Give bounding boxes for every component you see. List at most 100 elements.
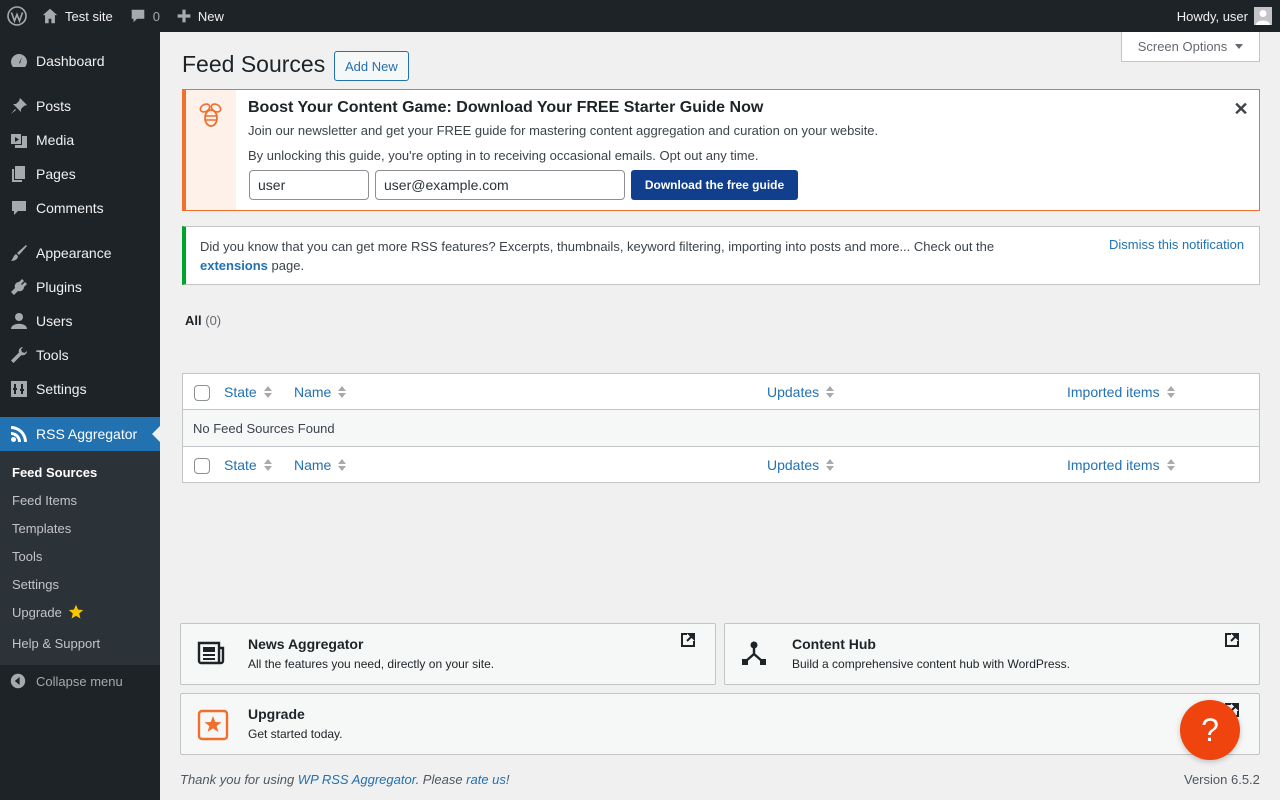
menu-rss-aggregator[interactable]: RSS Aggregator [0,417,160,451]
select-all-checkbox[interactable] [194,385,210,401]
column-updates[interactable]: Updates [767,374,835,410]
notice-text-after: page. [267,258,305,273]
admin-bar: Test site 0 New Howdy, user [0,0,1280,32]
newspaper-icon [197,641,225,665]
name-field[interactable] [249,170,369,200]
page-title: Feed Sources [182,51,326,77]
my-account[interactable]: Howdy, user [1169,0,1280,32]
column-label: Imported items [1067,457,1160,473]
menu-label: Media [36,132,75,148]
submenu-templates[interactable]: Templates [0,514,160,542]
card-description: All the features you need, directly on y… [248,657,495,671]
extensions-link[interactable]: extensions [200,258,268,273]
brush-icon [11,245,27,261]
home-icon [42,8,58,24]
sort-icon [263,459,272,471]
plugin-link[interactable]: WP RSS Aggregator [298,772,416,787]
star-icon [68,604,84,619]
external-link-icon[interactable] [1225,633,1239,647]
card-description: Get started today. [248,727,343,741]
menu-label: Posts [36,98,72,114]
menu-settings[interactable]: Settings [0,372,160,406]
menu-users[interactable]: Users [0,304,160,338]
column-label: Updates [767,457,820,473]
column-label: Name [294,457,332,473]
column-name[interactable]: Name [294,374,347,410]
submenu-upgrade[interactable]: Upgrade [0,598,160,626]
screen-options-button[interactable]: Screen Options [1121,32,1260,62]
menu-label: Pages [36,166,76,182]
menu-media[interactable]: Media [0,123,160,157]
menu-dashboard[interactable]: Dashboard [0,44,160,78]
add-new-button[interactable]: Add New [334,51,409,81]
menu-plugins[interactable]: Plugins [0,270,160,304]
comment-icon [12,201,26,215]
submenu-feed-items[interactable]: Feed Items [0,486,160,514]
submenu-upgrade-label: Upgrade [12,604,62,620]
menu-appearance[interactable]: Appearance [0,236,160,270]
sort-icon [1166,386,1175,398]
star-badge-icon [197,709,229,741]
close-icon[interactable]: ✕ [1231,99,1251,119]
menu-label: Plugins [36,279,82,295]
submenu-settings[interactable]: Settings [0,570,160,598]
filter-all-count: (0) [205,313,222,328]
dismiss-notification-link[interactable]: Dismiss this notification [1109,237,1244,252]
select-all-checkbox[interactable] [194,458,210,474]
menu-posts[interactable]: Posts [0,89,160,123]
column-label: Name [294,384,332,400]
filter-all-label: All [185,313,202,328]
external-link-icon[interactable] [681,633,695,647]
column-imported-items[interactable]: Imported items [1067,374,1175,410]
comments-link[interactable]: 0 [121,0,168,32]
help-button[interactable]: ? [1180,700,1240,760]
collapse-menu-button[interactable]: Collapse menu [0,665,160,697]
new-content-link[interactable]: New [168,0,232,32]
download-guide-button[interactable]: Download the free guide [631,170,798,200]
card-content-hub[interactable]: Content Hub Build a comprehensive conten… [724,623,1260,685]
sort-icon [263,386,272,398]
pages-icon [12,166,25,182]
card-upgrade[interactable]: Upgrade Get started today. [180,693,1260,755]
promo-opt-in-note: By unlocking this guide, you're opting i… [248,148,759,163]
caret-down-icon [1235,44,1244,53]
submenu-feed-sources[interactable]: Feed Sources [0,458,160,486]
table-empty-row: No Feed Sources Found [183,410,1259,446]
footer-text: Thank you for using [180,772,298,787]
menu-label: RSS Aggregator [36,426,138,442]
column-state[interactable]: State [224,374,272,410]
column-name[interactable]: Name [294,447,347,483]
new-label: New [197,8,224,24]
column-updates[interactable]: Updates [767,447,835,483]
menu-label: Dashboard [36,53,105,69]
menu-comments[interactable]: Comments [0,191,160,225]
sort-icon [338,459,347,471]
menu-pages[interactable]: Pages [0,157,160,191]
column-state[interactable]: State [224,447,272,483]
notice-text-before: Did you know that you can get more RSS f… [200,239,995,254]
notice-text: Did you know that you can get more RSS f… [200,237,1020,275]
card-title: Upgrade [248,706,305,722]
wordpress-logo-icon[interactable] [0,0,33,32]
rate-us-link[interactable]: rate us [466,772,506,787]
version-text: Version 6.5.2 [1184,772,1260,787]
submenu-help-support[interactable]: Help & Support [0,629,160,657]
card-title: Content Hub [792,636,876,652]
dashboard-icon [11,54,27,67]
sort-icon [1166,459,1175,471]
menu-label: Comments [36,200,104,216]
sort-icon [826,386,835,398]
card-news-aggregator[interactable]: News Aggregator All the features you nee… [180,623,716,685]
site-name-link[interactable]: Test site [33,0,121,32]
column-imported-items[interactable]: Imported items [1067,447,1175,483]
menu-tools[interactable]: Tools [0,338,160,372]
card-description: Build a comprehensive content hub with W… [792,657,1070,671]
bee-icon [199,103,222,127]
feed-sources-table: State Name Updates Imported items No Fee… [182,373,1260,483]
collapse-icon [10,673,26,689]
column-label: Updates [767,384,820,400]
submenu-tools[interactable]: Tools [0,542,160,570]
email-field[interactable] [375,170,625,200]
status-filter[interactable]: All (0) [185,313,221,328]
admin-sidebar: Dashboard Posts Media Pages Comments App… [0,32,160,800]
